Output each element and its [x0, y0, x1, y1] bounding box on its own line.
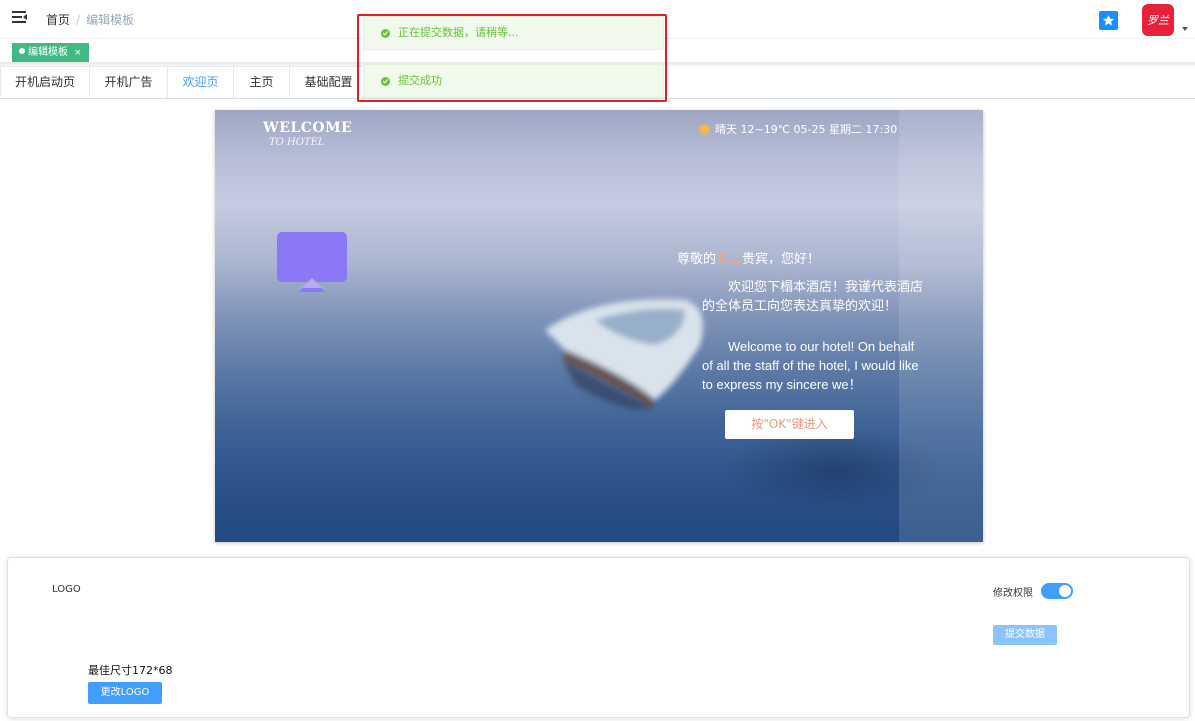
logo-label: LOGO [52, 584, 81, 595]
avatar[interactable]: 罗兰 [1142, 4, 1174, 36]
chevron-down-icon[interactable] [1182, 27, 1188, 31]
tag-close-icon[interactable]: × [74, 48, 82, 58]
submit-data-button[interactable]: 提交数据 [993, 625, 1057, 645]
sun-icon [700, 125, 709, 134]
logo-size-hint: 最佳尺寸172*68 [88, 664, 173, 677]
greeting-suffix: 贵宾，您好！ [742, 252, 821, 267]
hamburger-menu-icon[interactable] [12, 10, 28, 24]
permission-label: 修改权限 [993, 588, 1033, 599]
airplay-icon[interactable] [277, 232, 347, 294]
tag-label: 编辑模板 [28, 47, 68, 58]
tab-home[interactable]: 主页 [233, 66, 290, 97]
greeting: 尊敬的张三贵宾，您好！ [677, 248, 820, 267]
tag-active-dot [19, 48, 25, 54]
welcome-watermark: WELCOME [263, 120, 353, 136]
greeting-prefix: 尊敬的 [677, 252, 717, 267]
breadcrumb-separator: / [76, 13, 81, 27]
change-logo-button[interactable]: 更改LOGO [88, 682, 162, 704]
to-hotel-watermark: TO HOTEL [269, 137, 325, 148]
toggle-knob [1059, 585, 1071, 597]
tab-boot-page[interactable]: 开机启动页 [0, 66, 90, 97]
star-icon[interactable] [1099, 11, 1118, 30]
guest-name: 张三 [716, 252, 743, 267]
breadcrumb-current: 编辑模板 [86, 13, 135, 27]
preview-right-shade [899, 110, 983, 542]
permission-toggle[interactable] [1041, 583, 1073, 599]
ok-enter-button[interactable]: 按"OK"键进入 [725, 410, 854, 439]
weather-text: 晴天 12~19℃ 05-25 星期二 17:30 [715, 123, 898, 136]
highlight-box [357, 14, 667, 102]
welcome-message-cn: 欢迎您下榻本酒店！我谨代表酒店的全体员工向您表达真挚的欢迎！ [702, 280, 924, 314]
welcome-page-preview: WELCOME TO HOTEL 晴天 12~19℃ 05-25 星期二 17:… [215, 110, 983, 542]
breadcrumb: 首页 / 编辑模板 [46, 11, 134, 28]
avatar-text: 罗兰 [1147, 14, 1169, 27]
settings-card: LOGO 修改权限 提交数据 最佳尺寸172*68 更改LOGO [7, 557, 1190, 718]
tab-welcome[interactable]: 欢迎页 [167, 66, 234, 98]
breadcrumb-home[interactable]: 首页 [46, 13, 70, 27]
tag-edit-template[interactable]: 编辑模板 × [12, 43, 89, 63]
weather-bar: 晴天 12~19℃ 05-25 星期二 17:30 [700, 121, 897, 137]
welcome-message-en: Welcome to our hotel! On behalf of all t… [702, 339, 919, 392]
tab-boot-ad[interactable]: 开机广告 [89, 66, 168, 97]
